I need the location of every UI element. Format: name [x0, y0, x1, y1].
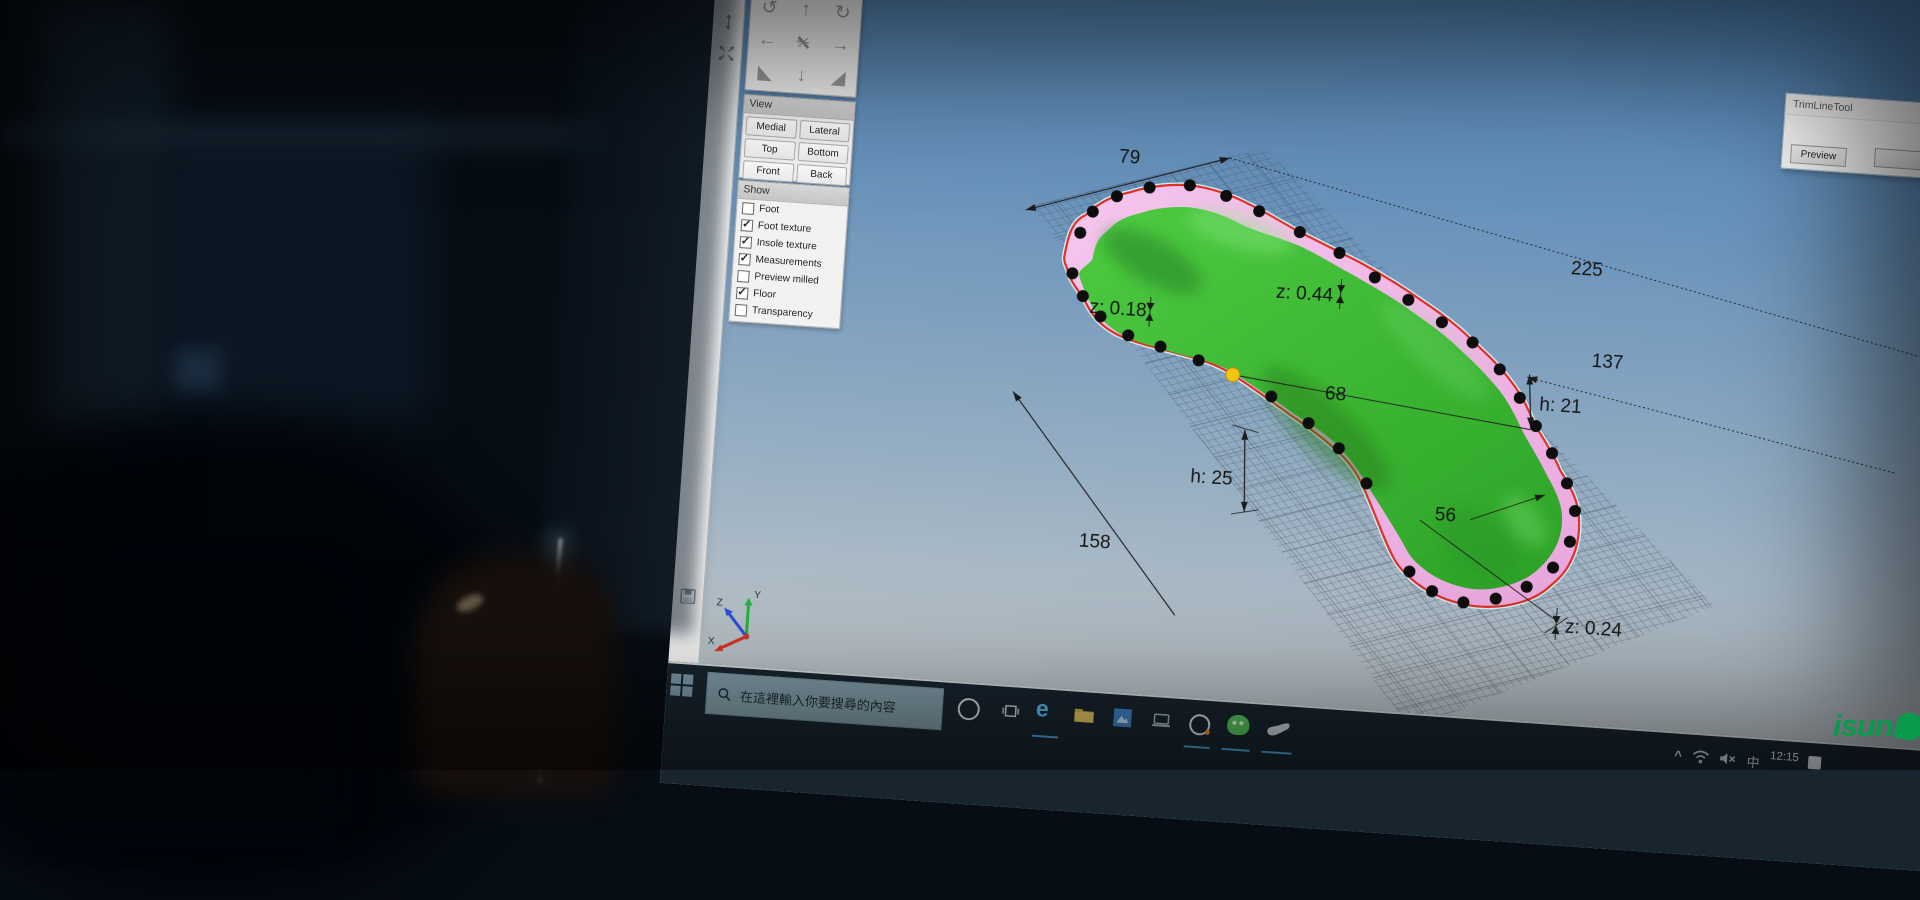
checkbox-foot[interactable]: [742, 202, 755, 215]
insole-cad-app-icon[interactable]: [1265, 719, 1292, 739]
start-button[interactable]: [670, 673, 693, 696]
ok-button[interactable]: OK: [1874, 148, 1920, 175]
insole-pair-icon[interactable]: [717, 0, 743, 4]
network-icon[interactable]: [1691, 749, 1709, 765]
vertical-resize-icon[interactable]: [715, 9, 741, 35]
measurement-z-heel: z: 0.18: [1089, 297, 1147, 322]
checkbox-foot-texture[interactable]: ✓: [741, 219, 754, 232]
search-icon: [717, 686, 733, 702]
tools-button[interactable]: ✂: [784, 25, 823, 60]
checkbox-transparency[interactable]: [735, 303, 748, 316]
notification-icon[interactable]: [1808, 756, 1822, 770]
view-top-button[interactable]: Top: [744, 138, 796, 160]
rotate-right-button[interactable]: ↻: [823, 0, 862, 31]
measurement-medial-length: 158: [1078, 530, 1111, 553]
running-indicator: [1184, 745, 1210, 749]
volume-muted-icon[interactable]: [1718, 751, 1737, 767]
view-medial-button[interactable]: Medial: [745, 116, 797, 138]
expand-icon[interactable]: [713, 40, 739, 66]
background-blur: [175, 350, 221, 392]
view-back-button[interactable]: Back: [796, 164, 848, 186]
measurement-arch-width: 68: [1324, 383, 1347, 405]
measurement-z-toe: z: 0.24: [1564, 617, 1623, 642]
file-explorer-icon[interactable]: [1073, 706, 1095, 724]
move-right-button[interactable]: →: [821, 28, 860, 63]
axis-z-label: Z: [716, 597, 723, 608]
move-down-button[interactable]: ↓: [782, 58, 821, 93]
hand-silhouette: [415, 555, 615, 795]
tilt-right-button[interactable]: ◢: [819, 61, 858, 96]
checkbox-preview-milled[interactable]: [737, 269, 750, 282]
task-view-icon[interactable]: [1001, 702, 1020, 719]
view-lateral-button[interactable]: Lateral: [799, 120, 851, 142]
person-silhouette: [0, 420, 510, 900]
device-icon[interactable]: [1151, 713, 1172, 728]
person-silhouette: [0, 580, 330, 820]
isun-logo-text: isun: [1833, 708, 1893, 744]
measurement-h-medial: h: 25: [1190, 466, 1234, 490]
checkbox-insole-texture[interactable]: ✓: [739, 236, 752, 249]
preview-button[interactable]: Preview: [1790, 144, 1847, 167]
taskbar-search-input[interactable]: 在這裡輸入你要搜尋的內容: [705, 672, 944, 730]
background-blur: [40, 0, 170, 430]
monitor-bezel-edge: [537, 538, 562, 782]
active-control-point[interactable]: [1225, 367, 1240, 382]
measurement-h-lateral: h: 21: [1539, 394, 1583, 418]
measurement-forefoot-diag: 137: [1591, 351, 1624, 374]
ring-glint: [454, 591, 485, 616]
tilt-left-button[interactable]: ◣: [746, 55, 785, 90]
axis-y-label: Y: [754, 590, 762, 601]
running-indicator: [1032, 735, 1058, 739]
search-placeholder: 在這裡輸入你要搜尋的內容: [740, 686, 897, 716]
rotate-left-button[interactable]: ↺: [750, 0, 789, 25]
edge-browser-icon[interactable]: e: [1035, 695, 1050, 723]
camera-scanner-app-icon[interactable]: [1189, 714, 1211, 736]
background-blur: [160, 120, 430, 420]
tray-expand-icon[interactable]: ^: [1674, 748, 1683, 763]
show-panel: Show Foot ✓ Foot texture ✓ Insole textur…: [728, 180, 850, 329]
checkbox-measurements[interactable]: ✓: [738, 253, 751, 266]
running-indicator: [1222, 748, 1250, 752]
isun-brand-logo: isun: [1833, 708, 1920, 744]
wechat-icon[interactable]: [1227, 714, 1250, 735]
measurement-z-mid: z: 0.44: [1275, 282, 1334, 307]
running-indicator: [1261, 751, 1291, 755]
isun-logo-glyph: [1893, 710, 1920, 742]
view-bottom-button[interactable]: Bottom: [797, 142, 849, 164]
view-panel: View Medial Lateral Top Bottom Front Bac…: [738, 94, 856, 186]
photos-icon[interactable]: [1113, 708, 1132, 727]
background-blur: [0, 122, 600, 148]
view-front-button[interactable]: Front: [742, 160, 794, 182]
axis-x-label: X: [707, 636, 715, 647]
system-tray: ^ 中 12:15: [1674, 742, 1823, 776]
monitor-bezel-glow: [527, 530, 571, 781]
navigation-pad-panel: ↺ ↑ ↻ ← ✂ → ◣ ↓ ◢: [744, 0, 864, 98]
ime-language-badge[interactable]: 中: [1746, 752, 1760, 772]
taskbar-clock[interactable]: 12:15: [1770, 750, 1800, 764]
move-left-button[interactable]: ←: [748, 23, 787, 58]
measurement-heel-width: 79: [1118, 146, 1141, 168]
measurement-toe-width: 56: [1434, 504, 1457, 526]
save-icon[interactable]: [675, 583, 701, 609]
monitor-screen: 79 225 137 h: 21 z: 0.44 z: 0.18 68 h: 2…: [660, 0, 1920, 875]
move-up-button[interactable]: ↑: [787, 0, 826, 28]
axis-indicator: X Y Z: [707, 587, 761, 654]
checkbox-floor[interactable]: ✓: [736, 286, 749, 299]
measurement-total-length: 225: [1570, 258, 1603, 281]
cortana-icon[interactable]: [957, 697, 980, 720]
